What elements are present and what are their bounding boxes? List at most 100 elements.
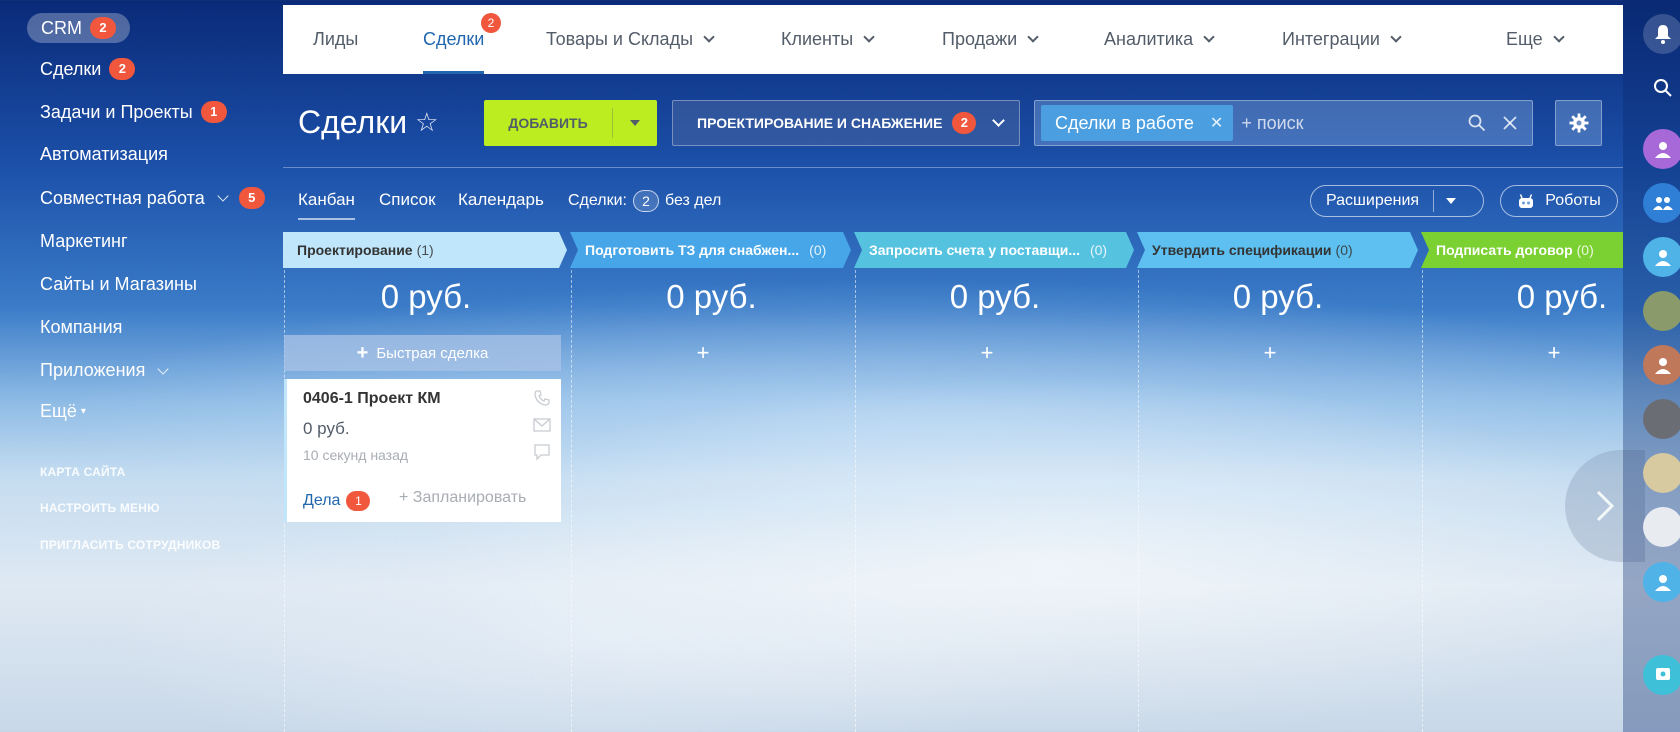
tab-leads[interactable]: Лиды xyxy=(313,5,358,74)
view-tab-kanban[interactable]: Канбан xyxy=(298,190,355,220)
robots-button[interactable]: Роботы xyxy=(1500,185,1618,217)
sidebar-item-label: Задачи и Проекты xyxy=(40,101,193,122)
sidebar-item-marketing[interactable]: Маркетинг xyxy=(40,231,128,252)
user-avatar-icon[interactable] xyxy=(1643,237,1680,277)
sidebar-item-label: Автоматизация xyxy=(40,144,168,164)
tab-clients[interactable]: Клиенты xyxy=(781,5,875,74)
sidebar-item-collaboration[interactable]: Совместная работа 5 xyxy=(40,187,265,209)
deal-time: 10 секунд назад xyxy=(303,447,409,463)
stage-header-design[interactable]: Проектирование (1) xyxy=(283,232,559,268)
sidebar-item-crm[interactable]: CRM 2 xyxy=(27,13,130,43)
stage-title: Утвердить спецификации xyxy=(1152,242,1332,258)
search-icon[interactable] xyxy=(1468,114,1486,132)
close-icon[interactable]: ✕ xyxy=(1210,113,1223,133)
user-photo-avatar[interactable] xyxy=(1643,399,1680,439)
deal-card[interactable]: 0406-1 Проект КМ 0 руб. 10 секунд назад … xyxy=(284,379,561,522)
view-tab-calendar[interactable]: Календарь xyxy=(458,190,544,210)
chat-icon[interactable] xyxy=(533,443,551,461)
column-divider xyxy=(1422,270,1423,732)
search-icon[interactable] xyxy=(1643,68,1680,108)
sidebar-item-automation[interactable]: Автоматизация xyxy=(40,144,168,165)
stage-title: Запросить счета у поставщи... xyxy=(869,242,1080,258)
deals-count: 2 xyxy=(632,190,659,212)
settings-button[interactable] xyxy=(1555,100,1602,146)
add-deal-plus-icon[interactable]: + xyxy=(1257,340,1283,366)
counter-badge: 2 xyxy=(481,13,501,33)
chevron-down-icon xyxy=(1203,31,1215,43)
add-deal-plus-icon[interactable]: + xyxy=(1541,340,1567,366)
mail-icon[interactable] xyxy=(533,417,551,433)
sidebar-item-label: CRM xyxy=(41,17,82,38)
robot-icon xyxy=(1519,194,1534,208)
tab-more[interactable]: Еще xyxy=(1506,5,1565,74)
add-deal-button[interactable]: ДОБАВИТЬ xyxy=(484,100,657,146)
user-photo-avatar[interactable] xyxy=(1643,507,1680,547)
chevron-down-icon xyxy=(157,362,169,375)
add-dropdown-toggle[interactable] xyxy=(613,120,657,126)
filter-search-box[interactable]: Сделки в работе ✕ + поиск xyxy=(1034,100,1533,146)
filter-chip[interactable]: Сделки в работе ✕ xyxy=(1041,105,1234,141)
phone-icon[interactable] xyxy=(533,389,551,407)
counter-badge: 5 xyxy=(238,187,265,209)
configure-menu-link[interactable]: НАСТРОИТЬ МЕНЮ xyxy=(40,501,160,515)
stage-header-contract[interactable]: Подписать договор (0) xyxy=(1422,232,1623,268)
sidebar-item-deals[interactable]: Сделки 2 xyxy=(40,58,136,80)
deals-suffix: без дел xyxy=(664,192,722,209)
sidebar-item-apps[interactable]: Приложения xyxy=(40,360,171,381)
right-panel xyxy=(1623,0,1680,732)
user-avatar-icon[interactable] xyxy=(1643,129,1680,169)
stage-title: Подписать договор xyxy=(1436,242,1573,258)
bell-icon[interactable] xyxy=(1643,14,1680,54)
sidebar-item-sites[interactable]: Сайты и Магазины xyxy=(40,274,197,295)
page-title: Сделки ☆ xyxy=(298,104,438,141)
deal-sum: 0 руб. xyxy=(303,419,350,438)
add-deal-plus-icon[interactable]: + xyxy=(690,340,716,366)
sidebar-item-tasks[interactable]: Задачи и Проекты 1 xyxy=(40,101,227,123)
quick-deal-button[interactable]: + Быстрая сделка xyxy=(284,335,561,371)
tab-products[interactable]: Товары и Склады xyxy=(546,5,715,74)
deal-title[interactable]: 0406-1 Проект КМ xyxy=(303,390,441,408)
pipeline-selector[interactable]: ПРОЕКТИРОВАНИЕ И СНАБЖЕНИЕ 2 xyxy=(672,100,1020,146)
clear-icon[interactable] xyxy=(1502,115,1518,131)
chevron-down-icon xyxy=(217,190,229,202)
tab-sales[interactable]: Продажи xyxy=(942,5,1039,74)
sidebar-item-company[interactable]: Компания xyxy=(40,317,122,338)
plan-activity-link[interactable]: + Запланировать xyxy=(399,489,526,507)
stage-header-spec[interactable]: Подготовить ТЗ для снабжен... (0) xyxy=(571,232,844,268)
stage-header-invoices[interactable]: Запросить счета у поставщи... (0) xyxy=(855,232,1127,268)
sitemap-link[interactable]: КАРТА САЙТА xyxy=(40,465,126,479)
stage-header-approve[interactable]: Утвердить спецификации (0) xyxy=(1138,232,1411,268)
user-avatar-icon[interactable] xyxy=(1643,345,1680,385)
column-divider xyxy=(855,270,856,732)
tab-analytics[interactable]: Аналитика xyxy=(1104,5,1215,74)
add-button-label: ДОБАВИТЬ xyxy=(508,115,588,131)
invite-employees-link[interactable]: ПРИГЛАСИТЬ СОТРУДНИКОВ xyxy=(40,538,220,552)
deals-without-tasks-filter[interactable]: Сделки: 2 без дел xyxy=(568,190,721,212)
sidebar-item-label: Компания xyxy=(40,317,123,337)
tab-label: Продажи xyxy=(942,29,1018,49)
pipeline-label: ПРОЕКТИРОВАНИЕ И СНАБЖЕНИЕ xyxy=(697,115,943,131)
deal-tasks-link[interactable]: Дела 1 xyxy=(303,491,371,511)
group-chat-icon[interactable] xyxy=(1643,183,1680,223)
view-tab-list[interactable]: Список xyxy=(379,190,436,210)
star-icon[interactable]: ☆ xyxy=(415,107,438,138)
caret-down-icon xyxy=(630,120,640,126)
user-photo-avatar[interactable] xyxy=(1643,453,1680,493)
tab-integrations[interactable]: Интеграции xyxy=(1282,5,1402,74)
chevron-down-icon xyxy=(1027,31,1039,43)
extensions-button[interactable]: Расширения xyxy=(1310,185,1484,217)
filter-chip-label: Сделки в работе xyxy=(1055,112,1194,133)
counter-badge: 1 xyxy=(200,101,227,123)
search-input[interactable]: + поиск xyxy=(1241,113,1468,134)
chevron-down-icon xyxy=(1552,31,1565,43)
tab-deals[interactable]: Сделки 2 xyxy=(423,5,501,74)
active-tab-indicator xyxy=(423,71,485,74)
user-avatar-icon[interactable] xyxy=(1643,562,1680,602)
add-deal-plus-icon[interactable]: + xyxy=(974,340,1000,366)
caret-down-icon xyxy=(1446,198,1457,204)
quick-deal-label: Быстрая сделка xyxy=(376,344,489,362)
user-photo-avatar[interactable] xyxy=(1643,291,1680,331)
support-icon[interactable] xyxy=(1643,655,1680,695)
sidebar-item-more[interactable]: Ещё ▾ xyxy=(40,401,86,422)
sidebar-item-label: Приложения xyxy=(40,360,146,380)
